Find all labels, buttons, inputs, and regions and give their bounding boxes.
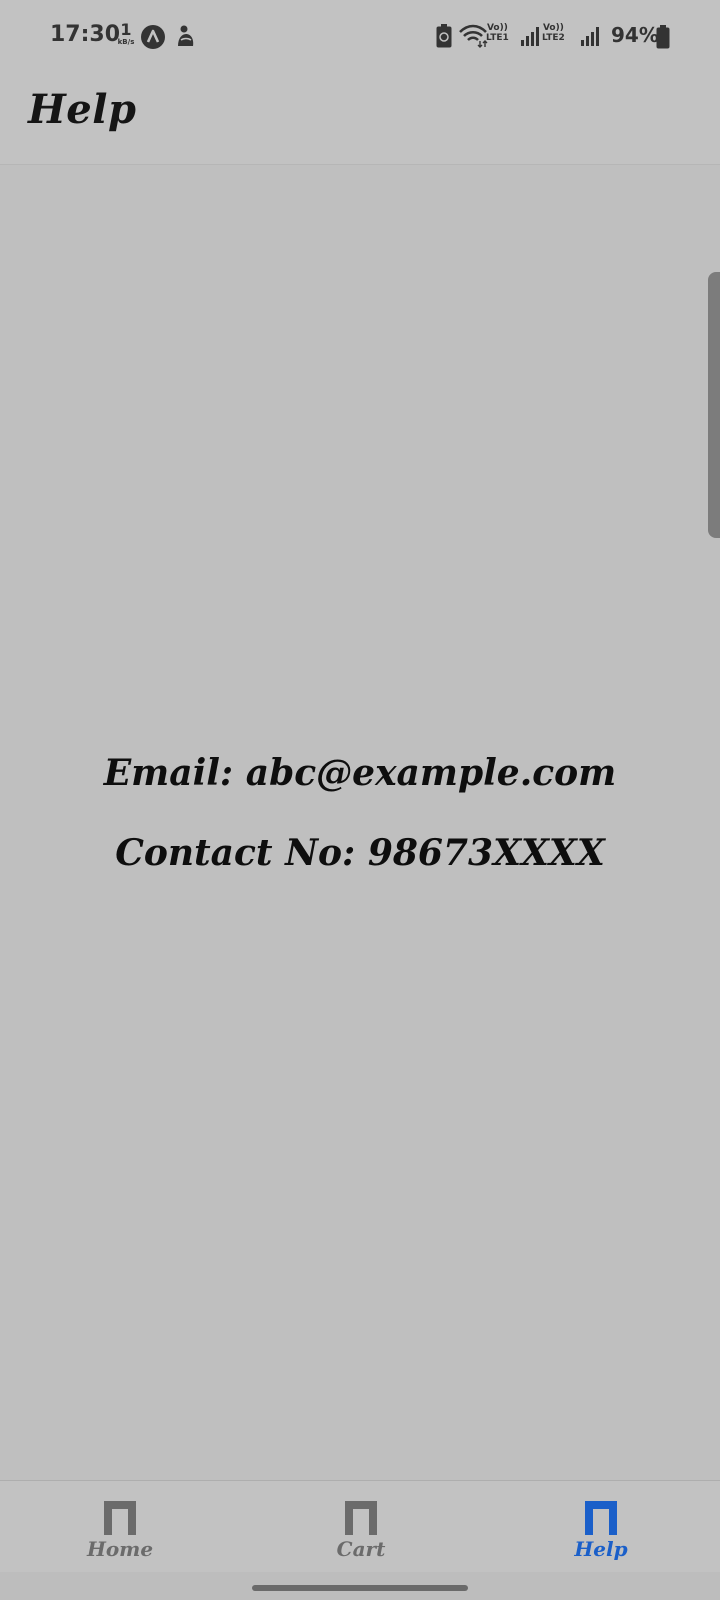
lady-bug-icon xyxy=(175,24,197,54)
network-speed-unit: kB/s xyxy=(117,38,135,46)
sim2-lte: LTE2 xyxy=(542,33,565,43)
bottom-navigation: Home Cart Help xyxy=(0,1480,720,1573)
battery-icon xyxy=(656,25,670,53)
tab-icon xyxy=(345,1501,377,1535)
contact-number-text: Contact No: 98673XXXX xyxy=(115,832,605,874)
scroll-handle[interactable] xyxy=(708,272,720,538)
network-speed-value: 1 xyxy=(120,20,132,39)
tab-icon xyxy=(104,1501,136,1535)
network-speed: 1 kB/s xyxy=(116,22,136,46)
nav-item-help[interactable]: Help xyxy=(541,1481,661,1573)
nav-item-cart[interactable]: Cart xyxy=(301,1481,421,1573)
battery-saver-icon xyxy=(436,24,452,52)
sim1-lte-label: Vo)) LTE1 xyxy=(486,23,509,43)
page-title: Help xyxy=(28,86,137,133)
signal-icon xyxy=(580,26,600,50)
tab-icon xyxy=(585,1501,617,1535)
sim1-volte: Vo)) xyxy=(486,23,508,33)
nav-label-home: Home xyxy=(86,1537,154,1561)
email-text: Email: abc@example.com xyxy=(103,752,617,794)
wifi-icon xyxy=(458,22,488,52)
sim1-lte: LTE1 xyxy=(486,33,509,43)
sim2-volte: Vo)) xyxy=(542,23,564,33)
nav-item-home[interactable]: Home xyxy=(60,1481,180,1573)
signal-icon xyxy=(520,26,540,50)
nav-label-help: Help xyxy=(574,1537,628,1561)
a-notification-icon xyxy=(140,24,166,54)
status-bar: 17:30 1 kB/s Vo)) LTE1 Vo)) LTE2 94% xyxy=(0,0,720,72)
status-time: 17:30 xyxy=(50,22,121,47)
sim2-lte-label: Vo)) LTE2 xyxy=(542,23,565,43)
gesture-area xyxy=(0,1572,720,1600)
battery-percent: 94% xyxy=(611,23,659,47)
nav-label-cart: Cart xyxy=(336,1537,386,1561)
home-gesture-bar[interactable] xyxy=(252,1585,468,1591)
app-bar: Help xyxy=(0,72,720,165)
